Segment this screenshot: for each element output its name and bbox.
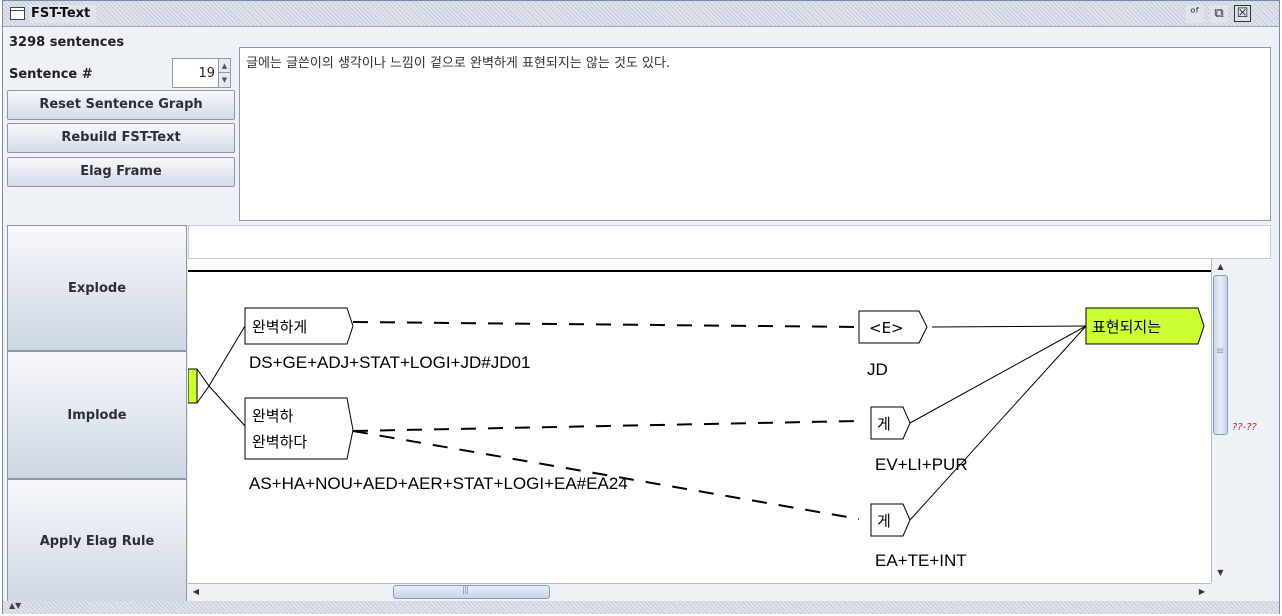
sentence-text-area[interactable]: 글에는 글쓴이의 생각이나 느낌이 겉으로 완벽하게 표현되지는 않는 것도 있…: [239, 47, 1271, 221]
close-icon[interactable]: ☒: [1234, 5, 1251, 22]
node-label: 완벽하다: [252, 433, 307, 451]
edge: [931, 325, 1087, 328]
edge: [352, 420, 860, 432]
edge: [909, 325, 1087, 424]
spinner-up-icon[interactable]: ▲: [218, 59, 230, 73]
sentence-number-label: Sentence #: [9, 67, 93, 82]
sentence-graph[interactable]: 완벽하게 DS+GE+ADJ+STAT+LOGI+JD#JD01 완벽하 완벽하…: [188, 259, 1211, 583]
node-label: 게: [877, 512, 891, 530]
edge: [909, 325, 1087, 521]
sentence-number-value[interactable]: 19: [198, 66, 215, 81]
graph-node[interactable]: 표현되지는: [1085, 307, 1205, 345]
reset-sentence-graph-button[interactable]: Reset Sentence Graph: [7, 90, 235, 120]
node-label: 표현되지는: [1092, 318, 1161, 336]
fst-text-window: FST-Text ᵒᶠ ⧉ ☒ 3298 sentences Sentence …: [2, 0, 1280, 614]
sentence-text: 글에는 글쓴이의 생각이나 느낌이 겉으로 완벽하게 표현되지는 않는 것도 있…: [246, 56, 671, 71]
horizontal-scroll-thumb[interactable]: [393, 585, 550, 599]
status-bar: ▲▼: [3, 601, 1279, 614]
edge: [352, 321, 860, 328]
vertical-scroll-thumb[interactable]: [1213, 275, 1228, 435]
minimize-icon[interactable]: ᵒᶠ: [1186, 5, 1204, 23]
vertical-scrollbar[interactable]: ▲ ▼: [1211, 259, 1229, 583]
edge: [208, 385, 246, 427]
scroll-up-icon[interactable]: ▲: [1212, 259, 1229, 275]
elag-frame-button[interactable]: Elag Frame: [7, 157, 235, 187]
horizontal-scrollbar[interactable]: ◀ ▶: [188, 583, 1211, 600]
graph-canvas[interactable]: 완벽하게 DS+GE+ADJ+STAT+LOGI+JD#JD01 완벽하 완벽하…: [188, 259, 1211, 583]
rebuild-fst-text-button[interactable]: Rebuild FST-Text: [7, 123, 235, 153]
apply-elag-rule-button[interactable]: Apply Elag Rule: [7, 479, 187, 603]
spinner-down-icon[interactable]: ▼: [218, 73, 230, 87]
node-output: EA+TE+INT: [875, 551, 967, 570]
node-output: EV+LI+PUR: [875, 455, 968, 474]
window-icon: [10, 7, 25, 20]
node-label: 완벽하: [252, 407, 294, 425]
graph-header: [188, 225, 1271, 259]
scroll-right-icon[interactable]: ▶: [1194, 584, 1210, 600]
node-output: DS+GE+ADJ+STAT+LOGI+JD#JD01: [249, 353, 530, 372]
scroll-left-icon[interactable]: ◀: [188, 584, 204, 600]
edge: [208, 325, 246, 387]
node-label: <E>: [869, 319, 904, 337]
node-label: 완벽하게: [252, 318, 307, 336]
sentence-number-spinner[interactable]: 19 ▲ ▼: [172, 58, 231, 88]
node-output: AS+HA+NOU+AED+AER+STAT+LOGI+EA#EA24: [249, 474, 628, 493]
resize-icon[interactable]: ▲▼: [9, 601, 21, 610]
implode-button[interactable]: Implode: [7, 351, 187, 479]
explode-button[interactable]: Explode: [7, 225, 187, 351]
sentence-count: 3298 sentences: [9, 35, 125, 50]
node-output: JD: [867, 360, 888, 379]
title-bar[interactable]: FST-Text ᵒᶠ ⧉ ☒: [3, 1, 1279, 27]
graph-node[interactable]: 완벽하게 DS+GE+ADJ+STAT+LOGI+JD#JD01: [244, 307, 530, 372]
graph-node[interactable]: 게 EV+LI+PUR: [870, 406, 968, 474]
scroll-down-icon[interactable]: ▼: [1212, 565, 1229, 581]
initial-state[interactable]: [188, 368, 198, 404]
graph-node[interactable]: <E> JD: [858, 310, 928, 379]
window-title: FST-Text: [29, 5, 97, 23]
node-label: 게: [877, 415, 891, 433]
maximize-icon[interactable]: ⧉: [1210, 5, 1228, 23]
range-label: ??-??: [1232, 422, 1257, 433]
graph-node[interactable]: 게 EA+TE+INT: [870, 503, 967, 570]
